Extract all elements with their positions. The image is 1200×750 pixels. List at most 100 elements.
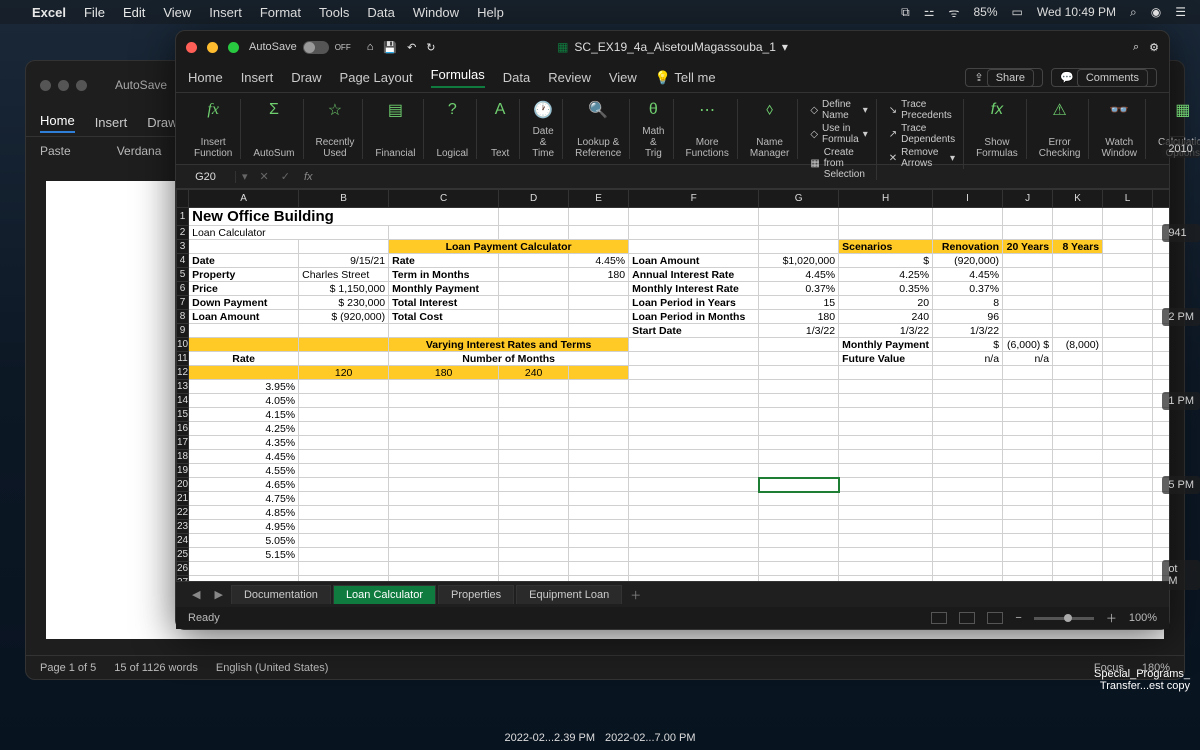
tab-draw[interactable]: Draw: [291, 70, 321, 85]
lookup-ref[interactable]: Lookup & Reference: [575, 137, 621, 159]
star-icon[interactable]: ☆: [324, 99, 346, 121]
tab-review[interactable]: Review: [548, 70, 591, 85]
sheet-documentation[interactable]: Documentation: [231, 585, 331, 604]
menu-edit[interactable]: Edit: [123, 5, 145, 20]
menu-tools[interactable]: Tools: [319, 5, 349, 20]
text-icon[interactable]: A: [489, 99, 511, 121]
view-break-icon[interactable]: [987, 612, 1003, 624]
maximize-icon[interactable]: [228, 42, 239, 53]
enter-icon[interactable]: ✓: [275, 170, 296, 183]
tab-insert[interactable]: Insert: [241, 70, 274, 85]
sigma-icon[interactable]: Σ: [263, 99, 285, 121]
lookup-icon[interactable]: 🔍: [587, 99, 609, 121]
sheet-nav-next-icon[interactable]: ▶: [208, 588, 228, 601]
word-tab-home[interactable]: Home: [40, 113, 75, 133]
bluetooth-icon[interactable]: ⚍: [924, 5, 935, 19]
recently-used[interactable]: Recently Used: [316, 137, 355, 159]
name-manager[interactable]: Name Manager: [750, 137, 789, 159]
autosave-toggle[interactable]: [303, 41, 329, 54]
zoom-slider[interactable]: [1034, 617, 1094, 620]
tab-page-layout[interactable]: Page Layout: [340, 70, 413, 85]
cancel-icon[interactable]: ✕: [254, 170, 275, 183]
use-in-formula[interactable]: ◇ Use in Formula ▾: [810, 123, 867, 145]
sheet-properties[interactable]: Properties: [438, 585, 514, 604]
theta-icon[interactable]: θ: [642, 99, 664, 121]
tag-icon[interactable]: ⬨: [759, 99, 781, 121]
undo-icon[interactable]: ↶: [407, 41, 416, 54]
formula-input[interactable]: [321, 169, 1169, 184]
tab-view[interactable]: View: [609, 70, 637, 85]
menu-file[interactable]: File: [84, 5, 105, 20]
comments-button[interactable]: 💬 Comments: [1051, 68, 1157, 87]
remove-arrows[interactable]: ✕ Remove Arrows ▾: [889, 147, 955, 169]
insert-function[interactable]: Insert Function: [194, 137, 232, 159]
desktop-file[interactable]: Special_Programs_Transfer...est copy: [1094, 668, 1190, 692]
glasses-icon[interactable]: 👓: [1108, 99, 1130, 121]
menu-data[interactable]: Data: [367, 5, 394, 20]
spreadsheet-grid[interactable]: ABCDEFGHIJKLMNOP1New Office Building2Loa…: [176, 189, 1169, 581]
home-icon[interactable]: ⌂: [367, 41, 374, 53]
watch-window[interactable]: Watch Window: [1101, 137, 1137, 159]
control-center-icon[interactable]: ☰: [1175, 5, 1186, 19]
tab-home[interactable]: Home: [188, 70, 223, 85]
more-icon[interactable]: ⋯: [696, 99, 718, 121]
word-tab-insert[interactable]: Insert: [95, 115, 128, 130]
wifi-icon[interactable]: ᯤ: [949, 4, 960, 21]
zoom-out-icon[interactable]: −: [1015, 612, 1021, 624]
clock-icon[interactable]: 🕐: [532, 99, 554, 121]
sheet-nav-prev-icon[interactable]: ◀: [186, 588, 206, 601]
clock[interactable]: Wed 10:49 PM: [1037, 5, 1116, 19]
redo-icon[interactable]: ↻: [426, 41, 435, 54]
minimize-icon[interactable]: [207, 42, 218, 53]
define-name[interactable]: ◇ Define Name ▾: [810, 99, 867, 121]
chevron-down-icon[interactable]: ▾: [782, 40, 788, 54]
word-page-indicator[interactable]: Page 1 of 5: [40, 662, 96, 674]
share-icon[interactable]: ⚙: [1149, 41, 1159, 54]
namebox-dropdown-icon[interactable]: ▾: [236, 170, 254, 183]
screencast-icon[interactable]: ⧉: [901, 5, 910, 20]
date-time[interactable]: Date & Time: [532, 126, 554, 159]
word-lang[interactable]: English (United States): [216, 662, 329, 674]
tell-me[interactable]: 💡 Tell me: [655, 70, 716, 86]
active-cell[interactable]: [759, 478, 839, 492]
logical-icon[interactable]: ?: [441, 99, 463, 121]
app-name[interactable]: Excel: [32, 5, 66, 20]
word-font[interactable]: Verdana: [117, 144, 162, 158]
error-icon[interactable]: ⚠: [1049, 99, 1071, 121]
calc-icon[interactable]: ▦: [1172, 99, 1194, 121]
document-title[interactable]: SC_EX19_4a_AisetouMagassouba_1: [574, 40, 775, 54]
financial-icon[interactable]: ▤: [384, 99, 406, 121]
sheet-loan-calculator[interactable]: Loan Calculator: [333, 585, 436, 604]
save-icon[interactable]: 💾: [383, 41, 397, 54]
zoom-level[interactable]: 100%: [1129, 612, 1157, 624]
siri-icon[interactable]: ◉: [1151, 5, 1161, 19]
showfx-icon[interactable]: fx: [986, 99, 1008, 121]
name-box[interactable]: G20: [176, 171, 236, 183]
show-formulas[interactable]: Show Formulas: [976, 137, 1018, 159]
error-checking[interactable]: Error Checking: [1039, 137, 1081, 159]
menu-view[interactable]: View: [163, 5, 191, 20]
trace-dependents[interactable]: ↗ Trace Dependents: [889, 123, 955, 145]
menu-format[interactable]: Format: [260, 5, 301, 20]
fx-icon[interactable]: fx: [202, 99, 224, 121]
tab-data[interactable]: Data: [503, 70, 530, 85]
add-sheet-button[interactable]: ＋: [624, 587, 647, 603]
more-fn[interactable]: More Functions: [686, 137, 729, 159]
view-normal-icon[interactable]: [931, 612, 947, 624]
menu-insert[interactable]: Insert: [209, 5, 242, 20]
autosum[interactable]: AutoSum: [253, 148, 294, 159]
spotlight-icon[interactable]: ⌕: [1130, 5, 1137, 20]
financial[interactable]: Financial: [375, 148, 415, 159]
math-trig[interactable]: Math & Trig: [642, 126, 664, 159]
word-words[interactable]: 15 of 1126 words: [114, 662, 198, 674]
text-fn[interactable]: Text: [491, 148, 509, 159]
word-paste[interactable]: Paste: [40, 144, 71, 158]
trace-precedents[interactable]: ↘ Trace Precedents: [889, 99, 955, 121]
word-tab-draw[interactable]: Draw: [147, 115, 177, 130]
view-page-icon[interactable]: [959, 612, 975, 624]
logical[interactable]: Logical: [436, 148, 468, 159]
tab-formulas[interactable]: Formulas: [431, 67, 485, 88]
menu-window[interactable]: Window: [413, 5, 459, 20]
fx-label-icon[interactable]: fx: [296, 171, 321, 183]
menu-help[interactable]: Help: [477, 5, 504, 20]
